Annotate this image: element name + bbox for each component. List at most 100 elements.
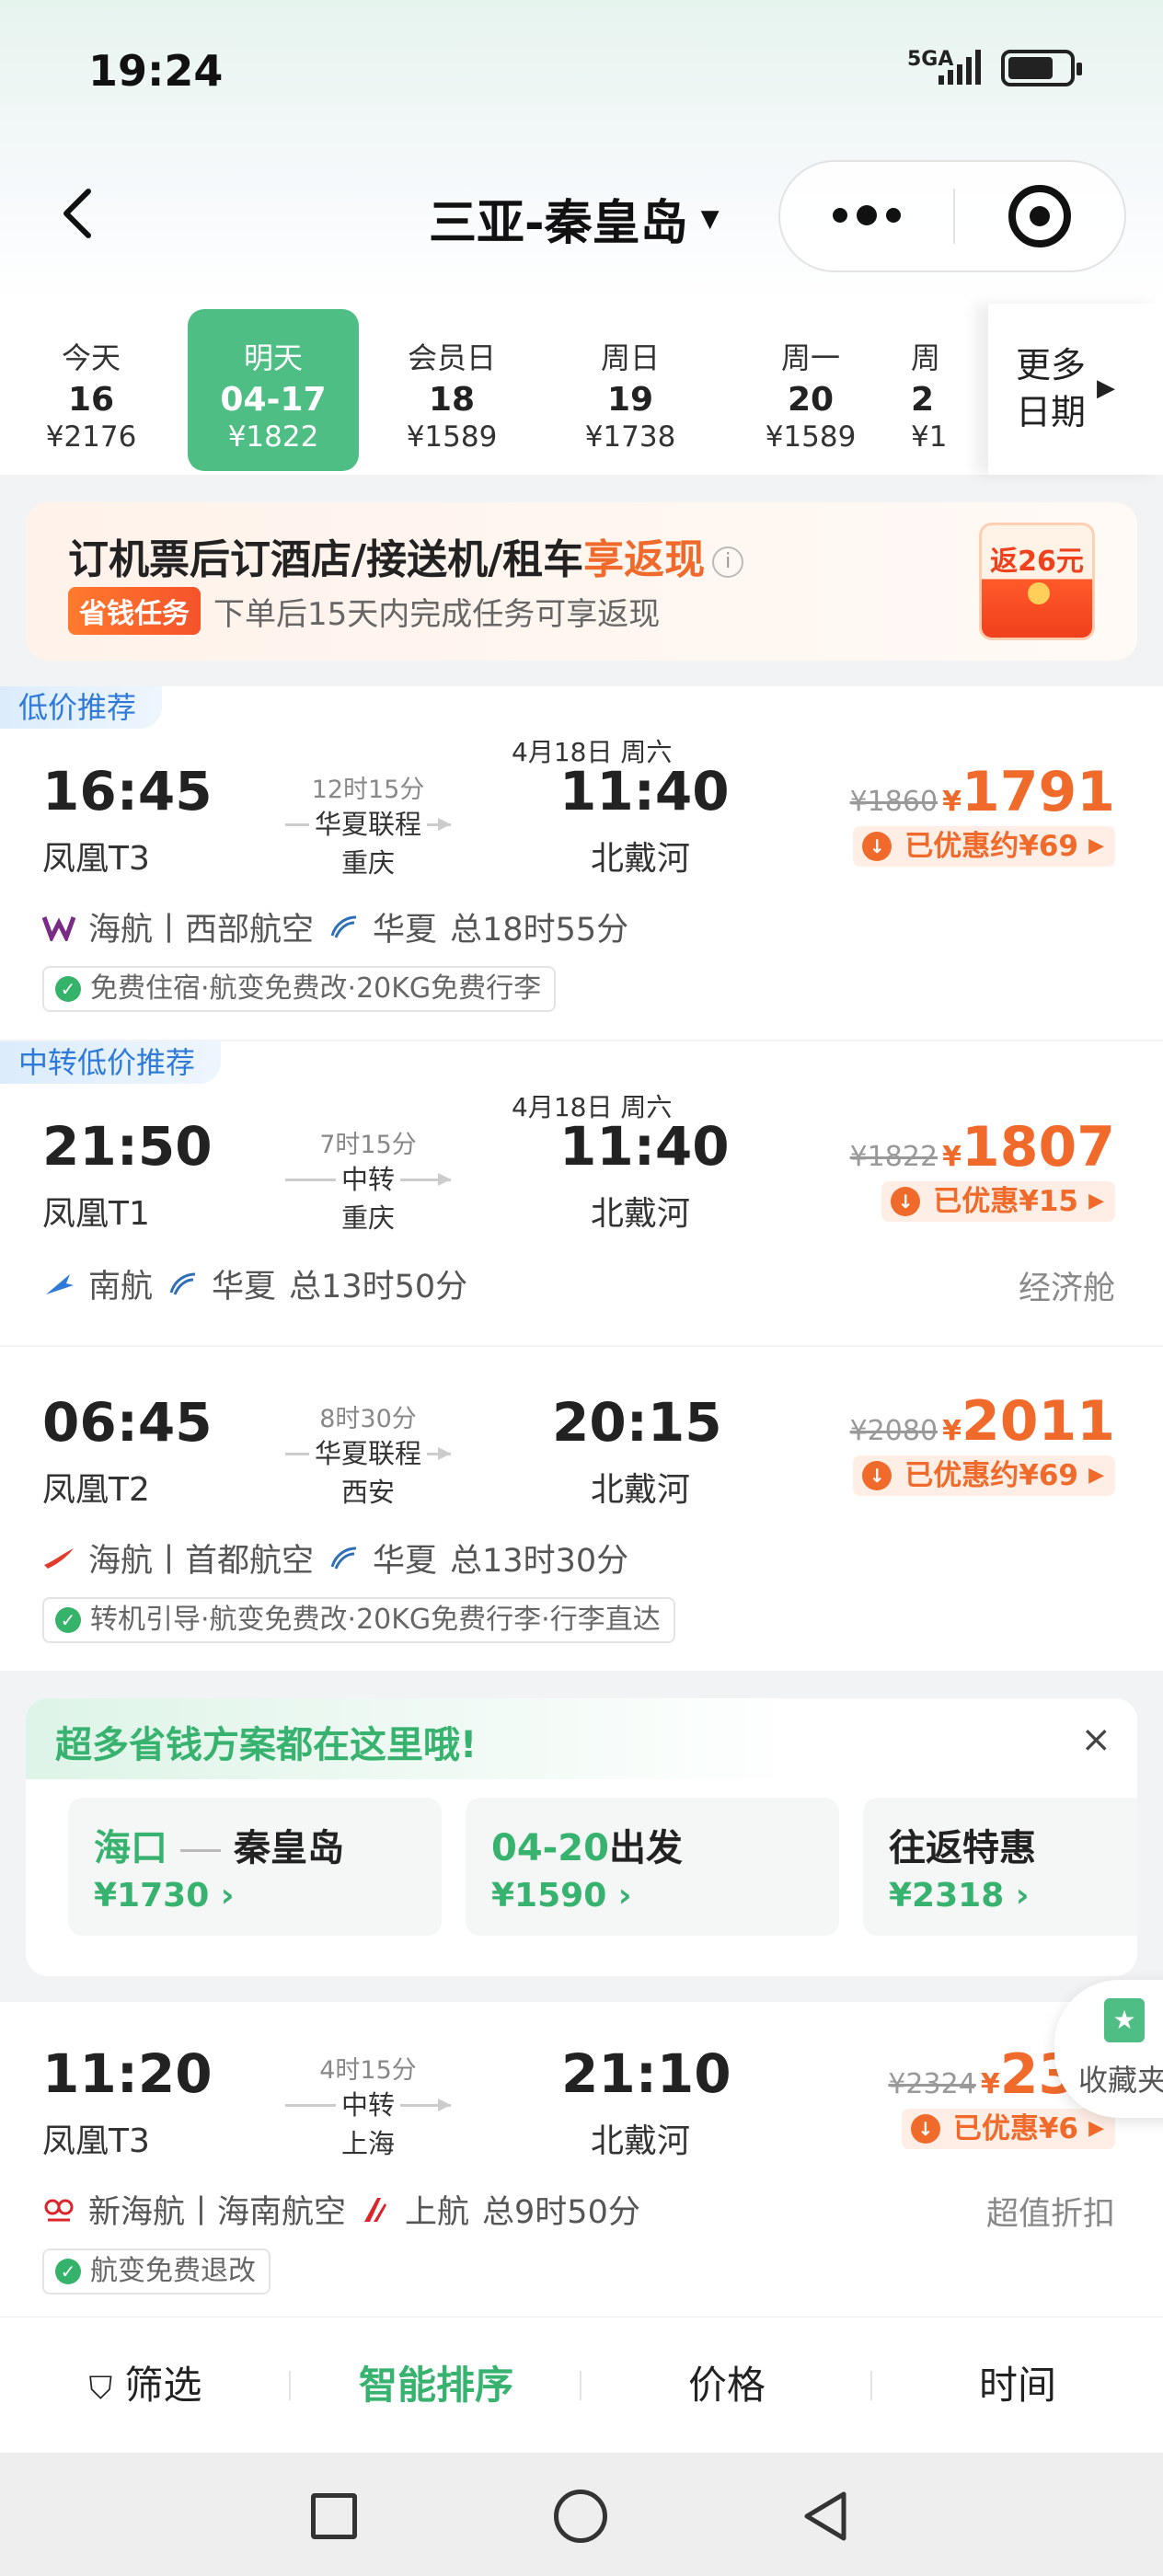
date-item[interactable]: 周日 19 ¥1738 (545, 309, 716, 471)
promo-title: 订机票后订酒店/接送机/租车享返现 i (68, 526, 744, 585)
status-time: 19:24 (88, 46, 224, 96)
perks-tag: ✓ 转机引导·航变免费改·20KG免费行李·行李直达 (42, 1597, 675, 1643)
back-button[interactable] (52, 180, 103, 247)
hainan-airlines-logo-icon (42, 915, 75, 941)
recommend-tag: 低价推荐 (0, 686, 163, 729)
savings-card-nearby-airport[interactable]: 海口 秦皇岛 ¥1730 › (68, 1798, 442, 1936)
cabin-class: 经济舱 (1018, 1271, 1115, 1307)
cabin-class: 超值折扣 (985, 2196, 1115, 2233)
battery-icon (1001, 50, 1082, 86)
airline-info: 南航 华夏 总13时50分 (42, 1260, 467, 1307)
arrival-time: 11:40 (559, 1115, 730, 1178)
price: ¥2080 ¥2011 (849, 1389, 1115, 1454)
promo-subtitle: 下单后15天内完成任务可享返现 (213, 596, 661, 633)
departure-airport: 凤凰T3 (42, 2122, 150, 2160)
departure-time: 11:20 (42, 2042, 213, 2105)
price: ¥1822 ¥1807 (849, 1115, 1115, 1179)
check-icon: ✓ (55, 976, 81, 1002)
savings-card-other-date[interactable]: 04-20出发 ¥1590 › (466, 1798, 839, 1936)
shanghai-airlines-logo-icon (364, 2197, 387, 2222)
arrival-airport: 北戴河 (591, 840, 691, 878)
perks-tag: ✓ 航变免费退改 (42, 2248, 271, 2294)
arrival-airport: 北戴河 (591, 2122, 691, 2160)
recommend-tag: 中转低价推荐 (0, 1041, 222, 1084)
discount-icon: ↓ (910, 2114, 940, 2144)
departure-time: 06:45 (42, 1391, 213, 1454)
favorites-button[interactable]: ★ 收藏夹 (1054, 1980, 1163, 2118)
cashback-banner[interactable]: 订机票后订酒店/接送机/租车享返现 i 省钱任务 下单后15天内完成任务可享返现 … (26, 502, 1137, 661)
discount-badge[interactable]: ↓ 已优惠约¥69 ▶ (853, 1455, 1115, 1496)
header-area: 19:24 5GA 三亚-秦皇岛 ▼ (0, 0, 1163, 304)
check-icon: ✓ (55, 1607, 81, 1633)
perks-tag: ✓ 免费住宿·航变免费改·20KG免费行李 (42, 966, 557, 1012)
info-icon[interactable]: i (712, 546, 744, 578)
airline-info: 新海航丨海南航空 上航 总9时50分 (42, 2186, 640, 2233)
flight-card[interactable]: 06:45 凤凰T2 8时30分 华夏联程 西安 20:15 北戴河 ¥2080… (0, 1347, 1163, 1671)
arrival-airport: 北戴河 (591, 1471, 691, 1509)
discount-badge[interactable]: ↓ 已优惠约¥69 ▶ (853, 826, 1115, 867)
departure-airport: 凤凰T3 (42, 840, 150, 878)
more-dates-button[interactable]: 更多 日期 ▶ (988, 304, 1163, 475)
flight-card[interactable]: 中转低价推荐 21:50 凤凰T1 7时15分 中转 重庆 4月18日 周六 1… (0, 1041, 1163, 1345)
date-item-selected[interactable]: 明天 04-17 ¥1822 (188, 309, 359, 471)
departure-time: 21:50 (42, 1115, 213, 1178)
close-icon[interactable]: × (1080, 1719, 1111, 1761)
mini-program-capsule (778, 160, 1126, 272)
target-icon[interactable] (955, 185, 1124, 247)
recent-apps-icon[interactable] (302, 2484, 366, 2548)
system-nav-bar (0, 2453, 1163, 2576)
date-strip: 今天 16 ¥2176 明天 04-17 ¥1822 会员日 18 ¥1589 … (0, 304, 1163, 475)
signal-icon: 5GA (907, 48, 981, 88)
more-dots-icon[interactable] (780, 204, 953, 225)
savings-title: 超多省钱方案都在这里哦! (55, 1724, 478, 1766)
sort-bar: ⛉ 筛选 智能排序 价格 时间 (0, 2317, 1163, 2453)
price: ¥1860 ¥1791 (849, 760, 1115, 824)
sort-price-button[interactable]: 价格 (582, 2317, 872, 2454)
chevron-right-icon: ▶ (1097, 374, 1116, 403)
flight-route-info: 8时30分 华夏联程 西安 (285, 1398, 451, 1510)
savings-card-round-trip[interactable]: 往返特惠 ¥2318 › (863, 1798, 1137, 1936)
home-icon[interactable] (548, 2484, 613, 2548)
filter-icon: ⛉ (88, 2370, 113, 2407)
departure-airport: 凤凰T2 (42, 1471, 150, 1509)
flight-route-info: 4时15分 中转 上海 (285, 2050, 451, 2161)
check-icon: ✓ (55, 2259, 81, 2284)
status-icons: 5GA (907, 48, 1082, 88)
flight-card[interactable]: 11:20 凤凰T3 4时15分 中转 上海 21:10 北戴河 ¥2324 ¥… (0, 2002, 1163, 2317)
discount-icon: ↓ (891, 1187, 921, 1216)
star-bookmark-icon: ★ (1104, 1998, 1145, 2042)
date-item[interactable]: 今天 16 ¥2176 (6, 309, 177, 471)
flight-route-info: 7时15分 中转 重庆 (285, 1124, 451, 1236)
discount-icon: ↓ (862, 1461, 892, 1490)
date-item[interactable]: 周 2 ¥1 (891, 309, 992, 471)
flight-card[interactable]: 低价推荐 16:45 凤凰T3 12时15分 华夏联程 重庆 4月18日 周六 … (0, 686, 1163, 1040)
departure-airport: 凤凰T1 (42, 1195, 150, 1233)
discount-icon: ↓ (862, 832, 892, 861)
route-title[interactable]: 三亚-秦皇岛 ▼ (429, 184, 720, 253)
sort-smart-button[interactable]: 智能排序 (291, 2317, 582, 2454)
huaxia-logo-icon (330, 1547, 357, 1570)
arrival-time: 21:10 (561, 2042, 731, 2105)
route-title-text: 三亚-秦皇岛 (429, 196, 688, 251)
arrival-time: 20:15 (552, 1391, 722, 1454)
back-nav-icon[interactable] (793, 2484, 858, 2548)
savings-panel: 超多省钱方案都在这里哦! × 海口 秦皇岛 ¥1730 › 04-20出发 ¥15… (26, 1698, 1137, 1976)
discount-badge[interactable]: ↓ 已优惠¥15 ▶ (881, 1181, 1115, 1222)
huaxia-logo-icon (169, 1272, 196, 1295)
arrival-airport: 北戴河 (591, 1195, 691, 1233)
arrival-time: 11:40 (559, 760, 730, 822)
back-arrow-icon (63, 189, 91, 238)
new-hainan-logo-icon (44, 2199, 74, 2221)
airline-info: 海航丨西部航空 华夏 总18时55分 (42, 903, 628, 950)
departure-time: 16:45 (42, 760, 213, 822)
sort-time-button[interactable]: 时间 (872, 2317, 1163, 2454)
capital-airlines-logo-icon (44, 1547, 74, 1569)
chevron-down-icon: ▼ (700, 204, 720, 233)
red-envelope-icon: 返26元 (979, 523, 1095, 640)
promo-tag: 省钱任务 (68, 587, 201, 635)
discount-badge[interactable]: ↓ 已优惠¥6 ▶ (901, 2109, 1115, 2149)
filter-button[interactable]: ⛉ 筛选 (0, 2317, 291, 2454)
flight-route-info: 12时15分 华夏联程 重庆 (285, 769, 451, 880)
date-item[interactable]: 周一 20 ¥1589 (725, 309, 896, 471)
date-item[interactable]: 会员日 18 ¥1589 (366, 309, 537, 471)
